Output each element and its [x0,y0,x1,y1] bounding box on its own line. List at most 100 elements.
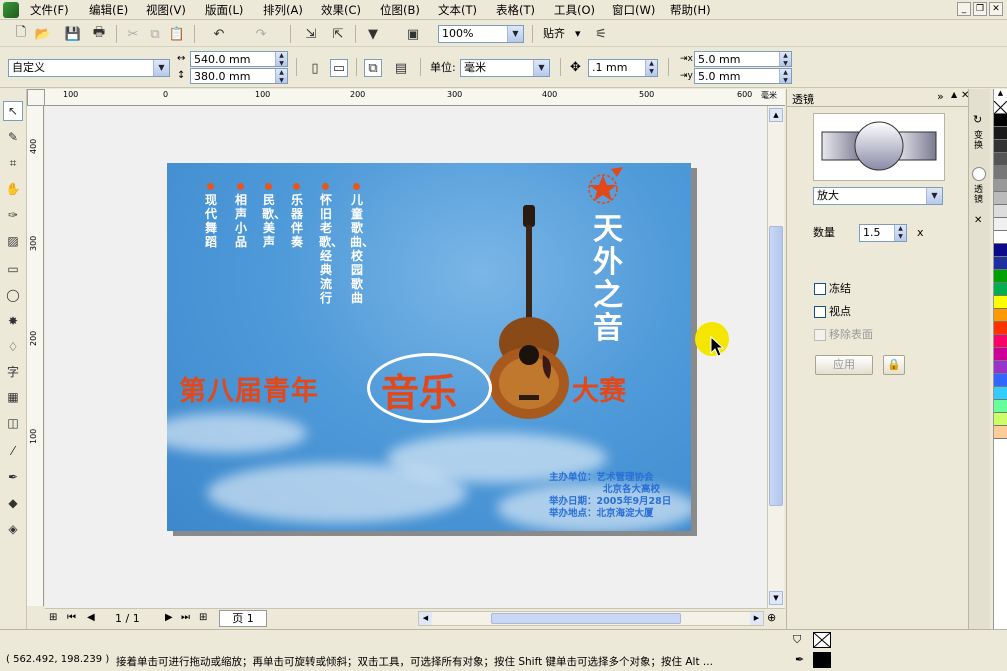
color-swatch[interactable] [994,244,1007,257]
color-swatch[interactable] [994,413,1007,426]
color-swatch[interactable] [994,361,1007,374]
color-swatch[interactable] [994,348,1007,361]
color-swatch[interactable] [994,426,1007,439]
options-icon[interactable]: ⚟ [592,25,610,43]
chevron-down-icon[interactable]: ▼ [533,60,549,76]
shape-tool-icon[interactable]: ✎ [3,127,23,147]
page-height-field[interactable]: 380.0 mm ▲ ▼ [190,68,288,84]
text-tool-icon[interactable]: 字 [3,361,23,381]
application-launcher-icon[interactable]: ▼ [364,25,382,43]
rectangle-tool-icon[interactable]: ▭ [3,259,23,279]
freeze-checkbox[interactable] [814,283,826,295]
dimension-tool-icon[interactable]: ◫ [3,413,23,433]
paste-icon[interactable]: 📋 [168,25,186,43]
color-swatch[interactable] [994,179,1007,192]
color-swatch[interactable] [994,231,1007,244]
close-icon[interactable]: ✕ [989,2,1003,16]
color-swatch[interactable] [994,166,1007,179]
tab-transform[interactable]: 变换 [974,131,986,151]
color-swatch[interactable] [994,309,1007,322]
menu-effects[interactable]: 效果(C) [319,2,363,18]
all-pages-icon[interactable]: ⧉ [364,59,382,77]
menu-text[interactable]: 文本(T) [436,2,479,18]
first-page-icon[interactable]: ⏮ [67,612,76,623]
polygon-tool-icon[interactable]: ✸ [3,311,23,331]
color-swatch[interactable] [994,322,1007,335]
page-size-preset-select[interactable]: 自定义 ▼ [8,59,170,77]
import-icon[interactable]: ⇲ [302,25,320,43]
vertical-scrollbar[interactable]: ▲ ▼ [767,106,784,608]
close-tab-icon[interactable]: ✕ [974,215,982,226]
menu-table[interactable]: 表格(T) [494,2,537,18]
zoom-navigator-icon[interactable]: ⊕ [767,611,776,624]
color-swatch[interactable] [994,335,1007,348]
transform-tab-icon[interactable]: ↻ [973,113,982,126]
landscape-icon[interactable]: ▭ [330,59,348,77]
outline-swatch[interactable] [813,652,831,668]
current-page-icon[interactable]: ▤ [392,59,410,77]
fill-tool-icon[interactable]: ◆ [3,493,23,513]
scroll-down-icon[interactable]: ▼ [769,591,783,605]
menu-tools[interactable]: 工具(O) [552,2,597,18]
ellipse-tool-icon[interactable]: ◯ [3,285,23,305]
menu-file[interactable]: 文件(F) [28,2,71,18]
lens-type-select[interactable]: 放大 ▼ [813,187,943,205]
color-swatch[interactable] [994,140,1007,153]
menu-view[interactable]: 视图(V) [144,2,188,18]
menu-bitmaps[interactable]: 位图(B) [378,2,422,18]
next-page-icon[interactable]: ▶ [165,612,173,623]
chevron-down-icon[interactable]: ▼ [926,188,942,204]
cut-icon[interactable]: ✂ [124,25,142,43]
add-page-before-icon[interactable]: ⊞ [49,612,57,623]
docker-expand-icon[interactable]: » [937,90,944,103]
eyedropper-tool-icon[interactable]: ⁄ [3,441,23,461]
menu-arrange[interactable]: 排列(A) [261,2,305,18]
table-tool-icon[interactable]: ▦ [3,387,23,407]
chevron-down-icon[interactable]: ▼ [153,60,169,76]
redo-icon[interactable]: ↷ [252,25,270,43]
color-swatch[interactable] [994,374,1007,387]
viewpoint-checkbox[interactable] [814,306,826,318]
color-swatch[interactable] [994,283,1007,296]
duplicate-y-field[interactable]: 5.0 mm ▲ ▼ [694,68,792,84]
docker-collapse-icon[interactable]: ▲ [951,90,957,99]
print-icon[interactable]: 🖶 [90,25,108,43]
color-swatch[interactable] [994,205,1007,218]
fill-swatch-none[interactable] [813,632,831,648]
menu-window[interactable]: 窗口(W) [610,2,657,18]
vertical-ruler[interactable]: 400 300 200 100 [27,106,44,606]
lock-icon[interactable]: 🔒 [883,355,905,375]
vertical-scroll-thumb[interactable] [769,226,783,506]
app-icon[interactable] [3,2,19,18]
undo-icon[interactable]: ↶ [210,25,228,43]
color-swatch[interactable] [994,387,1007,400]
poster-artwork[interactable]: 现代舞蹈 相声小品 民歌、美声 乐器伴奏 怀旧老歌、经典流行 儿童歌曲、校园歌曲… [167,163,691,531]
add-page-after-icon[interactable]: ⊞ [199,612,207,623]
scroll-right-icon[interactable]: ▶ [750,612,763,625]
color-swatch[interactable] [994,192,1007,205]
duplicate-x-field[interactable]: 5.0 mm ▲ ▼ [694,51,792,67]
open-folder-icon[interactable]: 📂 [34,25,52,43]
smart-fill-tool-icon[interactable]: ▨ [3,231,23,251]
horizontal-scrollbar[interactable]: ◀ ▶ [418,611,764,626]
scroll-up-icon[interactable]: ▲ [769,108,783,122]
nudge-distance-field[interactable]: .1 mm ▲ ▼ [588,59,658,77]
restore-icon[interactable]: ❐ [973,2,987,16]
pan-tool-icon[interactable]: ✋ [3,179,23,199]
outline-tool-icon[interactable]: ✒ [3,467,23,487]
menu-layout[interactable]: 版面(L) [203,2,245,18]
freehand-tool-icon[interactable]: ✑ [3,205,23,225]
previous-page-icon[interactable]: ◀ [87,612,95,623]
export-icon[interactable]: ⇱ [329,25,347,43]
tab-lens[interactable]: 透镜 [974,185,986,205]
welcome-screen-icon[interactable]: ▣ [404,25,422,43]
new-document-icon[interactable]: 🗋 [12,25,30,43]
scroll-left-icon[interactable]: ◀ [419,612,432,625]
chevron-down-icon[interactable]: ▼ [507,26,523,42]
interactive-fill-tool-icon[interactable]: ◈ [3,519,23,539]
color-swatch[interactable] [994,218,1007,231]
lens-tab-icon[interactable] [972,167,986,181]
menu-help[interactable]: 帮助(H) [668,2,713,18]
apply-button[interactable]: 应用 [815,355,873,375]
ruler-origin[interactable] [27,89,45,106]
